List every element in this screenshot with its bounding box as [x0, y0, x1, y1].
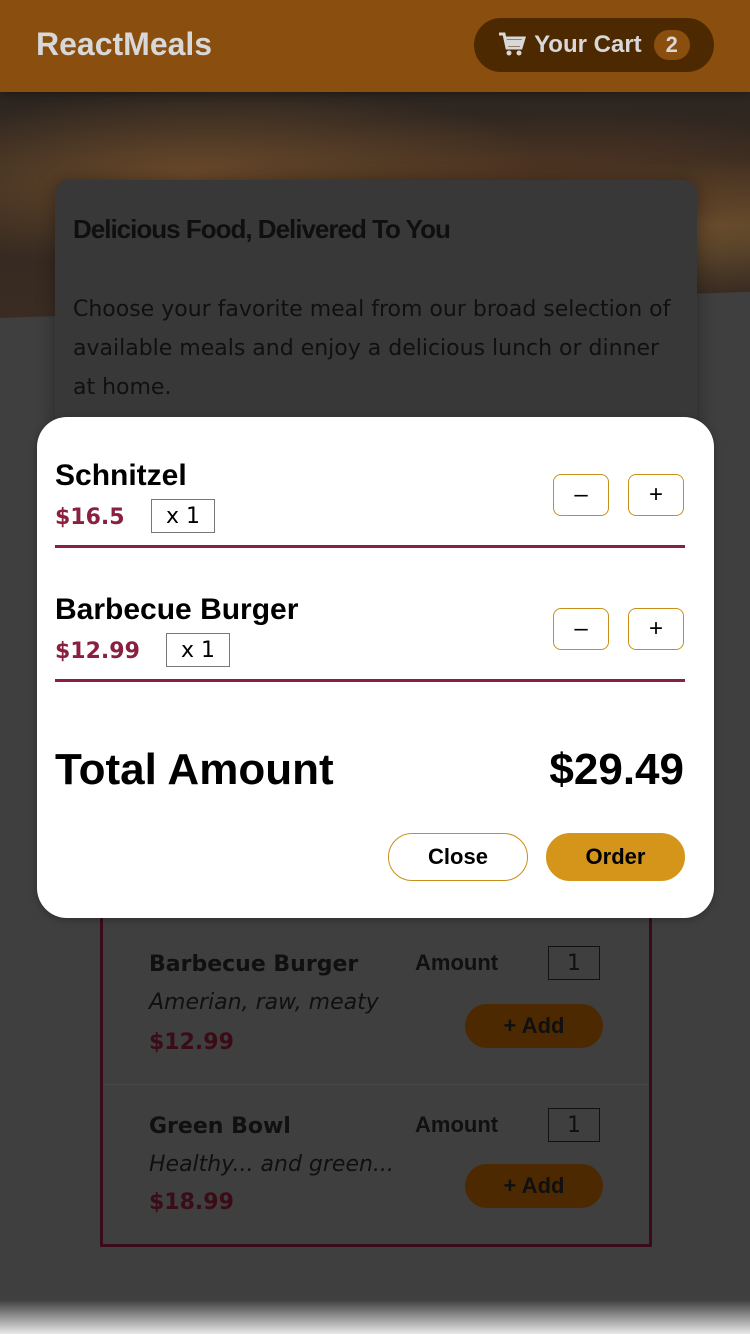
- amount-label: Amount: [415, 950, 499, 975]
- cart-icon: [499, 32, 527, 56]
- meal-price: $12.99: [149, 1030, 234, 1055]
- page-bottom: [0, 1300, 750, 1334]
- meal-item: Green Bowl Healthy... and green... $18.9…: [103, 1082, 649, 1242]
- meal-description: Amerian, raw, meaty: [149, 990, 379, 1015]
- add-to-cart-button[interactable]: + Add: [465, 1164, 603, 1208]
- decrement-button[interactable]: –: [553, 474, 609, 516]
- close-button[interactable]: Close: [388, 833, 528, 881]
- cart-item-quantity: x 1: [166, 633, 231, 667]
- header: ReactMeals Your Cart 2: [0, 0, 750, 92]
- meal-item: Barbecue Burger Amerian, raw, meaty $12.…: [103, 920, 649, 1080]
- cart-item-divider: [55, 679, 685, 682]
- add-to-cart-button[interactable]: + Add: [465, 1004, 603, 1048]
- amount-label: Amount: [415, 1112, 499, 1137]
- meal-name: Green Bowl: [149, 1114, 291, 1139]
- cart-item-quantity: x 1: [151, 499, 216, 533]
- increment-button[interactable]: +: [628, 608, 684, 650]
- cart-item: Schnitzel $16.5 x 1 – +: [55, 417, 685, 551]
- meal-price: $18.99: [149, 1190, 234, 1215]
- decrement-button[interactable]: –: [553, 608, 609, 650]
- summary-title: Delicious Food, Delivered To You: [73, 214, 451, 244]
- total-amount-value: $29.49: [549, 745, 684, 794]
- cart-item-name: Schnitzel: [55, 459, 187, 492]
- cart-button[interactable]: Your Cart 2: [474, 18, 714, 72]
- order-button[interactable]: Order: [546, 833, 685, 881]
- cart-item-price: $12.99: [55, 639, 140, 664]
- meal-name: Barbecue Burger: [149, 952, 359, 977]
- meal-description: Healthy... and green...: [149, 1152, 394, 1177]
- cart-modal: Schnitzel $16.5 x 1 – + Barbecue Burger …: [37, 417, 714, 918]
- cart-item-divider: [55, 545, 685, 548]
- cart-item-price: $16.5: [55, 505, 125, 530]
- summary-text: Choose your favorite meal from our broad…: [73, 297, 671, 400]
- amount-input[interactable]: [548, 946, 600, 980]
- total-amount-label: Total Amount: [55, 745, 334, 794]
- cart-count-badge: 2: [653, 30, 690, 60]
- increment-button[interactable]: +: [628, 474, 684, 516]
- cart-label: Your Cart: [534, 31, 642, 58]
- available-meals: Barbecue Burger Amerian, raw, meaty $12.…: [100, 880, 652, 1247]
- cart-item-name: Barbecue Burger: [55, 593, 299, 626]
- cart-item: Barbecue Burger $12.99 x 1 – +: [55, 551, 685, 685]
- amount-input[interactable]: [548, 1108, 600, 1142]
- app-logo: ReactMeals: [36, 26, 213, 62]
